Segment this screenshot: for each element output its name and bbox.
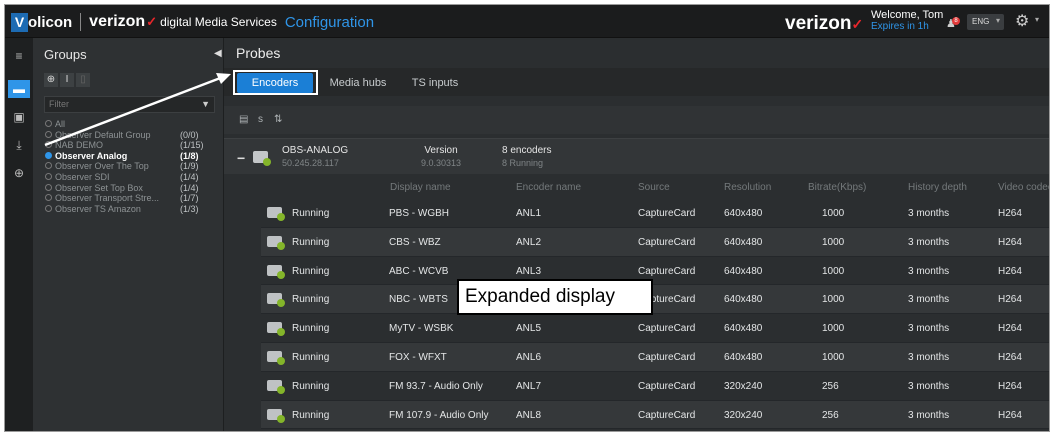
app-window: V olicon verizon ✓ digital Media Service… bbox=[4, 4, 1050, 432]
expanded-display-callout: Expanded display bbox=[457, 279, 653, 315]
annotation-arrow bbox=[44, 73, 231, 147]
